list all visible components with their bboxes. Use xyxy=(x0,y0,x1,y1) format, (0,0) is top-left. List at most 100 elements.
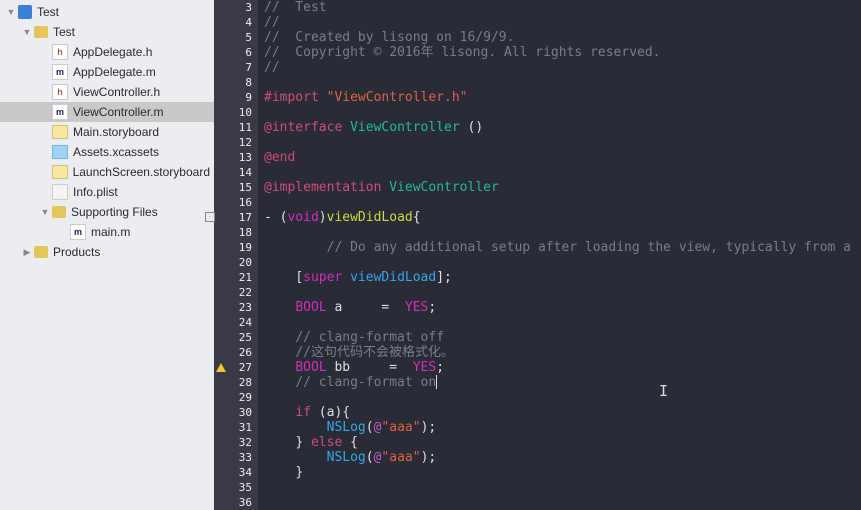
line-number[interactable]: 21 xyxy=(214,270,252,285)
code-line[interactable] xyxy=(264,255,861,270)
line-number[interactable]: 23 xyxy=(214,300,252,315)
line-number[interactable]: 3 xyxy=(214,0,252,15)
code-line[interactable] xyxy=(264,75,861,90)
line-number[interactable]: 13 xyxy=(214,150,252,165)
code-line[interactable]: BOOL bb = YES; xyxy=(264,360,861,375)
tree-label: Main.storyboard xyxy=(73,125,159,139)
chevron-down-icon: ▼ xyxy=(6,7,16,17)
code-line[interactable] xyxy=(264,480,861,495)
line-number[interactable]: 11 xyxy=(214,120,252,135)
fold-toggle-icon[interactable]: - xyxy=(205,212,215,222)
tree-item-file[interactable]: Info.plist xyxy=(0,182,214,202)
code-line[interactable]: } else { xyxy=(264,435,861,450)
tree-label: AppDelegate.h xyxy=(73,45,152,59)
line-number[interactable]: 22 xyxy=(214,285,252,300)
code-line[interactable]: @end xyxy=(264,150,861,165)
tree-item-folder-products[interactable]: ▶ Products xyxy=(0,242,214,262)
line-number[interactable]: 25 xyxy=(214,330,252,345)
code-line[interactable] xyxy=(264,225,861,240)
line-number[interactable]: 34 xyxy=(214,465,252,480)
code-line[interactable] xyxy=(264,315,861,330)
code-line[interactable] xyxy=(264,195,861,210)
tree-item-file[interactable]: h ViewController.h xyxy=(0,82,214,102)
line-number[interactable]: 35 xyxy=(214,480,252,495)
tree-item-file[interactable]: h AppDelegate.h xyxy=(0,42,214,62)
impl-file-icon: m xyxy=(70,224,86,240)
tree-item-folder-test[interactable]: ▼ Test xyxy=(0,22,214,42)
code-line[interactable]: @interface ViewController () xyxy=(264,120,861,135)
code-line[interactable]: NSLog(@"aaa"); xyxy=(264,450,861,465)
line-number[interactable]: 19 xyxy=(214,240,252,255)
code-line[interactable]: // xyxy=(264,15,861,30)
code-line[interactable]: } xyxy=(264,465,861,480)
tree-item-file[interactable]: m AppDelegate.m xyxy=(0,62,214,82)
warning-icon[interactable] xyxy=(216,363,226,372)
assets-file-icon xyxy=(52,145,68,159)
code-line[interactable]: // Do any additional setup after loading… xyxy=(264,240,861,255)
tree-label: Info.plist xyxy=(73,185,118,199)
tree-item-file[interactable]: Assets.xcassets xyxy=(0,142,214,162)
code-line[interactable] xyxy=(264,495,861,510)
code-line[interactable]: NSLog(@"aaa"); xyxy=(264,420,861,435)
project-navigator[interactable]: ▼ Test ▼ Test h AppDelegate.h m AppDeleg… xyxy=(0,0,214,510)
code-line[interactable] xyxy=(264,165,861,180)
code-line[interactable] xyxy=(264,105,861,120)
code-line[interactable] xyxy=(264,135,861,150)
line-number[interactable]: 5 xyxy=(214,30,252,45)
tree-label: Test xyxy=(37,5,59,19)
line-number[interactable]: 32 xyxy=(214,435,252,450)
line-number[interactable]: 31 xyxy=(214,420,252,435)
line-number[interactable]: 10 xyxy=(214,105,252,120)
line-number[interactable]: 14 xyxy=(214,165,252,180)
tree-item-file[interactable]: Main.storyboard xyxy=(0,122,214,142)
tree-item-file-selected[interactable]: m ViewController.m xyxy=(0,102,214,122)
code-line[interactable] xyxy=(264,390,861,405)
line-number[interactable]: 26 xyxy=(214,345,252,360)
line-number[interactable]: 30 xyxy=(214,405,252,420)
code-editor[interactable]: 34567891011121314151617-1819202122232425… xyxy=(214,0,861,510)
code-area[interactable]: // Test//// Created by lisong on 16/9/9.… xyxy=(258,0,861,510)
tree-item-folder-supporting[interactable]: ▼ Supporting Files xyxy=(0,202,214,222)
chevron-down-icon: ▼ xyxy=(40,207,50,217)
code-line[interactable]: - (void)viewDidLoad{ xyxy=(264,210,861,225)
tree-label: Supporting Files xyxy=(71,205,158,219)
line-number[interactable]: 15 xyxy=(214,180,252,195)
code-line[interactable]: // clang-format off xyxy=(264,330,861,345)
storyboard-file-icon xyxy=(52,125,68,139)
line-number-gutter[interactable]: 34567891011121314151617-1819202122232425… xyxy=(214,0,258,510)
code-line[interactable] xyxy=(264,285,861,300)
folder-icon xyxy=(34,26,48,38)
code-line[interactable]: // xyxy=(264,60,861,75)
line-number[interactable]: 29 xyxy=(214,390,252,405)
line-number[interactable]: 16 xyxy=(214,195,252,210)
line-number[interactable]: 4 xyxy=(214,15,252,30)
line-number[interactable]: 9 xyxy=(214,90,252,105)
code-line[interactable]: #import "ViewController.h" xyxy=(264,90,861,105)
line-number[interactable]: 17- xyxy=(214,210,252,225)
code-line[interactable]: // clang-format on xyxy=(264,375,861,390)
line-number[interactable]: 28 xyxy=(214,375,252,390)
line-number[interactable]: 8 xyxy=(214,75,252,90)
code-line[interactable]: @implementation ViewController xyxy=(264,180,861,195)
line-number[interactable]: 7 xyxy=(214,60,252,75)
line-number[interactable]: 33 xyxy=(214,450,252,465)
line-number[interactable]: 36 xyxy=(214,495,252,510)
line-number[interactable]: 18 xyxy=(214,225,252,240)
tree-item-file[interactable]: m main.m xyxy=(0,222,214,242)
tree-item-file[interactable]: LaunchScreen.storyboard xyxy=(0,162,214,182)
tree-item-root[interactable]: ▼ Test xyxy=(0,2,214,22)
code-line[interactable]: // Copyright © 2016年 lisong. All rights … xyxy=(264,45,861,60)
line-number[interactable]: 27 xyxy=(214,360,252,375)
code-line[interactable]: //这句代码不会被格式化。 xyxy=(264,345,861,360)
line-number[interactable]: 12 xyxy=(214,135,252,150)
code-line[interactable]: BOOL a = YES; xyxy=(264,300,861,315)
header-file-icon: h xyxy=(52,44,68,60)
line-number[interactable]: 20 xyxy=(214,255,252,270)
line-number[interactable]: 6 xyxy=(214,45,252,60)
tree-label: main.m xyxy=(91,225,130,239)
code-line[interactable]: if (a){ xyxy=(264,405,861,420)
code-line[interactable]: // Created by lisong on 16/9/9. xyxy=(264,30,861,45)
code-line[interactable]: [super viewDidLoad]; xyxy=(264,270,861,285)
line-number[interactable]: 24 xyxy=(214,315,252,330)
code-line[interactable]: // Test xyxy=(264,0,861,15)
